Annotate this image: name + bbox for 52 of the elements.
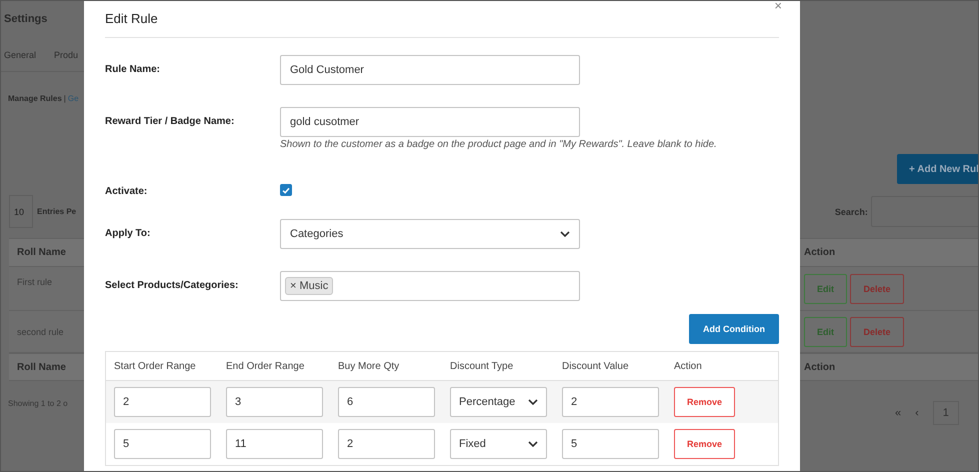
table-header-cell: Roll Name bbox=[9, 238, 84, 267]
chevron-down-icon bbox=[528, 399, 538, 405]
dialog-title: Edit Rule bbox=[105, 10, 158, 26]
chevron-down-icon bbox=[560, 231, 570, 237]
checkbox[interactable] bbox=[280, 184, 292, 196]
remove-button[interactable]: Remove bbox=[674, 429, 735, 459]
pagination-link[interactable]: 1 bbox=[932, 401, 959, 425]
column-header: Start Order Range bbox=[114, 360, 197, 372]
number-input[interactable]: 11 bbox=[226, 429, 323, 459]
chevron-down-icon bbox=[528, 441, 538, 447]
text-input[interactable]: Gold Customer bbox=[280, 55, 580, 85]
field-label: Activate: bbox=[105, 185, 148, 197]
page-title: Settings bbox=[3, 12, 48, 27]
multi-select-field[interactable]: × Music bbox=[280, 271, 580, 301]
number-input[interactable]: 5 bbox=[114, 429, 211, 459]
pagination-link[interactable]: « bbox=[895, 407, 902, 419]
select-dropdown[interactable]: Percentage bbox=[450, 387, 547, 417]
column-header: Discount Type bbox=[450, 360, 514, 372]
text-input[interactable]: gold cusotmer bbox=[280, 107, 580, 137]
add-new-rule-button[interactable]: + Add New Rul bbox=[897, 154, 978, 184]
breadcrumb-separator: | bbox=[64, 94, 66, 105]
entries-label: Entries Pe bbox=[37, 207, 76, 216]
column-header: Buy More Qty bbox=[338, 360, 400, 372]
table-header-cell: Action bbox=[800, 238, 978, 267]
number-input[interactable]: 2 bbox=[114, 387, 211, 417]
column-header: Discount Value bbox=[562, 360, 630, 372]
pagination-link[interactable]: ‹ bbox=[915, 407, 919, 419]
field-label: Select Products/Categories: bbox=[105, 279, 240, 291]
remove-button[interactable]: Remove bbox=[674, 387, 735, 417]
table-footer-cell: Roll Name bbox=[9, 353, 84, 381]
number-input[interactable]: 3 bbox=[226, 387, 323, 417]
add-condition-button[interactable]: Add Condition bbox=[689, 314, 779, 344]
number-input[interactable]: 5 bbox=[562, 429, 659, 459]
select-dropdown[interactable]: Fixed bbox=[450, 429, 547, 459]
number-input[interactable]: 2 bbox=[562, 387, 659, 417]
field-label: Apply To: bbox=[105, 227, 152, 239]
search-label: Search: bbox=[834, 206, 868, 216]
field-label: Reward Tier / Badge Name: bbox=[105, 115, 236, 127]
column-header: Action bbox=[674, 360, 703, 372]
number-input[interactable]: 6 bbox=[338, 387, 435, 417]
breadcrumb-current: Manage Rules bbox=[8, 94, 62, 105]
field-label: Rule Name: bbox=[105, 63, 162, 75]
tab[interactable]: Produ bbox=[54, 50, 78, 60]
close-button[interactable]: × bbox=[774, 1, 782, 11]
entries-select[interactable]: 10 bbox=[9, 195, 33, 228]
tab[interactable]: General bbox=[4, 50, 36, 60]
help-text: Shown to the customer as a badge on the product page and in "My Rewards". Leave blank to hide. bbox=[280, 139, 717, 150]
number-input[interactable]: 2 bbox=[338, 429, 435, 459]
column-header: End Order Range bbox=[226, 360, 306, 372]
select-dropdown[interactable]: Categories bbox=[280, 219, 580, 249]
table-footer-cell: Action bbox=[800, 353, 978, 381]
tag-chip[interactable]: × Music bbox=[285, 277, 334, 295]
